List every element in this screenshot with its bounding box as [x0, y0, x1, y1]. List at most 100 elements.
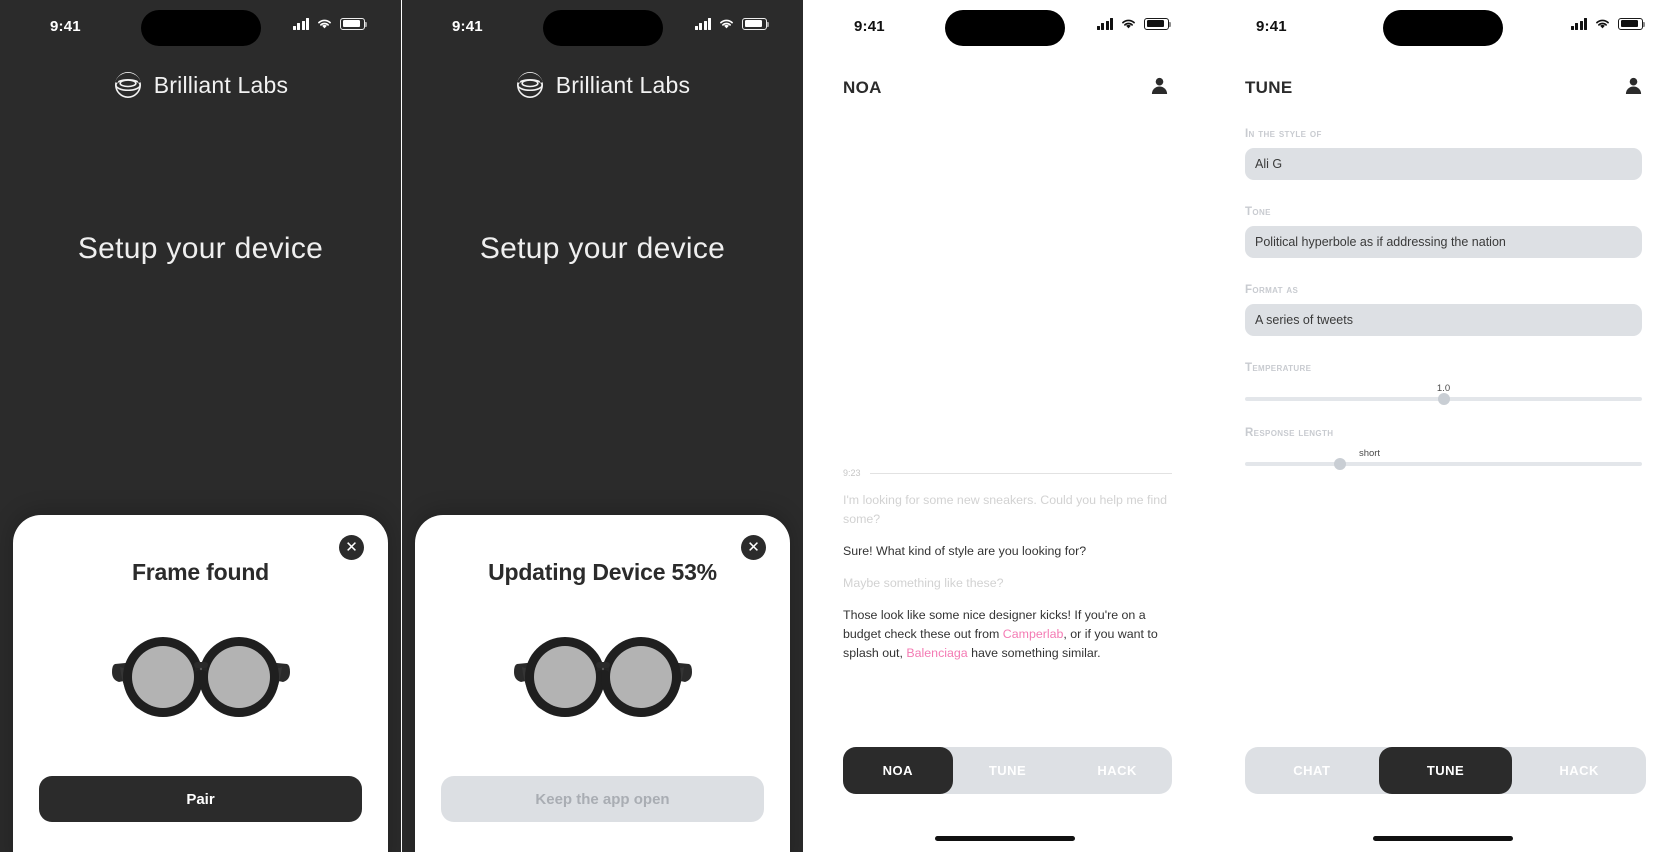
tab-hack[interactable]: HACK [1062, 747, 1172, 794]
chat-timestamp-divider: 9:23 [843, 468, 1172, 478]
chat-message-bot: Those look like some nice designer kicks… [843, 606, 1172, 663]
field-format: Format as A series of tweets [1245, 284, 1642, 336]
home-indicator [934, 836, 1075, 841]
frame-glasses-illustration [441, 596, 764, 760]
slider-track[interactable] [1245, 458, 1642, 470]
panel-setup-updating: 9:41 Brilliant Labs Setup your device ✕ … [402, 0, 804, 852]
brand-lockup: Brilliant Labs [402, 70, 803, 100]
status-bar: 9:41 [0, 0, 401, 56]
wifi-icon [1596, 19, 1609, 29]
pair-button[interactable]: Pair [39, 776, 362, 822]
tab-hack[interactable]: HACK [1512, 747, 1646, 794]
tune-form: In the style of Ali G Tone Political hyp… [1245, 128, 1642, 492]
chat-thread: 9:23 I'm looking for some new sneakers. … [843, 468, 1172, 663]
divider-line [869, 472, 1172, 474]
wifi-icon [720, 19, 733, 29]
status-time: 9:41 [1256, 18, 1287, 35]
panel-tune-settings: 9:41 TUNE In the style of Ali G Tone Pol… [1206, 0, 1679, 852]
battery-icon [1144, 17, 1171, 30]
slider-value: short [1358, 448, 1381, 459]
home-indicator [532, 836, 673, 841]
status-bar: 9:41 [1206, 0, 1679, 56]
slider-label: Temperature [1245, 362, 1312, 374]
updating-device-card: ✕ Updating Device 53% Keep the app open [415, 515, 790, 852]
frame-found-card: ✕ Frame found Pair [13, 515, 388, 852]
card-title: Updating Device 53% [488, 559, 717, 585]
person-icon[interactable] [1624, 76, 1643, 95]
link-camperlab[interactable]: Camperlab [1003, 627, 1064, 641]
cellular-signal-icon [1096, 17, 1113, 30]
close-icon[interactable]: ✕ [741, 535, 766, 560]
chat-message-user: I'm looking for some new sneakers. Could… [843, 493, 1167, 526]
close-icon[interactable]: ✕ [339, 535, 364, 560]
status-indicators [1570, 17, 1645, 30]
status-indicators [694, 17, 769, 30]
cellular-signal-icon [292, 17, 309, 30]
wifi-icon [1122, 19, 1135, 29]
brilliant-labs-logo-icon [114, 72, 141, 98]
person-icon[interactable] [1150, 76, 1169, 95]
field-label: Format as [1245, 284, 1299, 296]
frame-glasses-illustration [39, 596, 362, 760]
page-title: TUNE [1245, 78, 1293, 97]
setup-title: Setup your device [479, 232, 726, 265]
status-time: 9:41 [854, 18, 885, 35]
home-indicator [130, 836, 271, 841]
message-text: have something similar. [967, 645, 1101, 660]
status-time: 9:41 [452, 18, 483, 35]
status-bar: 9:41 [402, 0, 803, 56]
glasses-icon [513, 637, 692, 717]
bottom-tab-bar: NOA TUNE HACK [843, 747, 1172, 794]
brand-lockup: Brilliant Labs [0, 70, 401, 100]
style-input[interactable]: Ali G [1245, 148, 1642, 180]
setup-title: Setup your device [77, 232, 324, 265]
field-label: In the style of [1245, 128, 1322, 140]
slider-track[interactable] [1245, 393, 1642, 405]
status-time: 9:41 [50, 18, 81, 35]
dynamic-island [542, 10, 663, 46]
glasses-icon [111, 637, 290, 717]
field-label: Tone [1245, 206, 1271, 218]
noa-screen: 9:41 NOA 9:23 I'm looking for some new s… [804, 0, 1205, 852]
brand-name: Brilliant Labs [555, 71, 691, 98]
slider-label: Response length [1245, 427, 1334, 439]
field-tone: Tone Political hyperbole as if addressin… [1245, 206, 1642, 258]
dynamic-island [140, 10, 261, 46]
screenshot-board: 9:41 Brilliant Labs Setup your device ✕ … [0, 0, 1680, 852]
slider-thumb[interactable] [1334, 458, 1347, 470]
chat-message-user: Maybe something like these? [843, 575, 1004, 590]
dynamic-island [944, 10, 1065, 46]
page-title: NOA [843, 78, 882, 97]
panel-setup-frame-found: 9:41 Brilliant Labs Setup your device ✕ … [0, 0, 402, 852]
tab-tune[interactable]: TUNE [1378, 747, 1513, 794]
chat-message-bot: Sure! What kind of style are you looking… [843, 543, 1087, 558]
battery-icon [742, 17, 769, 30]
tab-chat[interactable]: CHAT [1245, 747, 1379, 794]
slider-response-length: Response length short [1245, 427, 1642, 470]
status-indicators [1096, 17, 1171, 30]
tab-tune[interactable]: TUNE [953, 747, 1063, 794]
dynamic-island [1382, 10, 1503, 46]
bottom-tab-bar: CHAT TUNE HACK [1245, 747, 1646, 794]
brilliant-labs-logo-icon [516, 72, 543, 98]
brand-name: Brilliant Labs [153, 71, 289, 98]
field-style: In the style of Ali G [1245, 128, 1642, 180]
tab-noa[interactable]: NOA [843, 747, 953, 794]
status-indicators [292, 17, 367, 30]
chat-timestamp: 9:23 [843, 468, 861, 478]
battery-icon [340, 17, 367, 30]
format-input[interactable]: A series of tweets [1245, 304, 1642, 336]
keep-app-open-button: Keep the app open [441, 776, 764, 822]
cellular-signal-icon [1570, 17, 1587, 30]
cellular-signal-icon [694, 17, 711, 30]
card-title: Frame found [131, 559, 270, 585]
status-bar: 9:41 [804, 0, 1205, 56]
slider-thumb[interactable] [1437, 393, 1450, 405]
slider-temperature: Temperature 1.0 [1245, 362, 1642, 405]
link-balenciaga[interactable]: Balenciaga [906, 646, 967, 660]
wifi-icon [318, 19, 331, 29]
tune-screen: 9:41 TUNE In the style of Ali G Tone Pol… [1206, 0, 1679, 852]
panel-noa-chat: 9:41 NOA 9:23 I'm looking for some new s… [804, 0, 1206, 852]
battery-icon [1618, 17, 1645, 30]
tone-input[interactable]: Political hyperbole as if addressing the… [1245, 226, 1642, 258]
